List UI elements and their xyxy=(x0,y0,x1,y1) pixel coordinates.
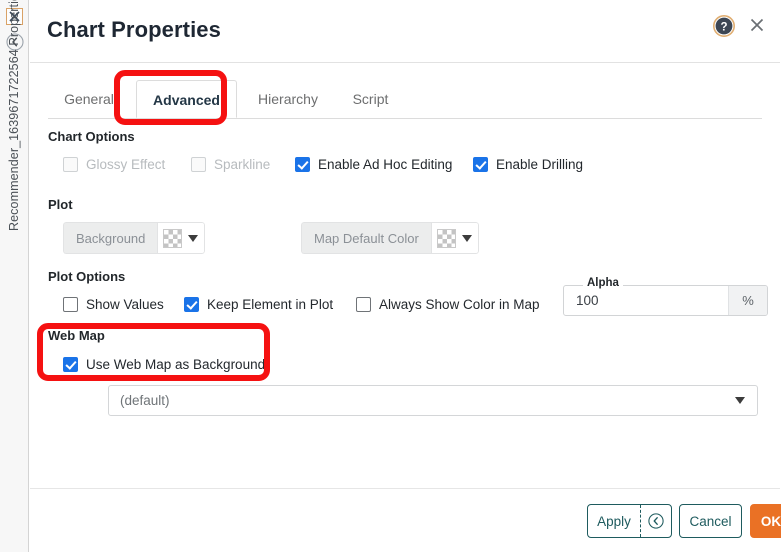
sparkline-label: Sparkline xyxy=(214,157,271,172)
dialog-titlebar: Chart Properties ? xyxy=(29,0,781,62)
enable-drilling-checkbox[interactable] xyxy=(473,157,488,172)
plot-background-label: Background xyxy=(63,222,158,254)
checkbox-row-use-web-map-as-background[interactable]: Use Web Map as Background xyxy=(63,357,265,372)
chevron-left-circle-icon xyxy=(648,513,664,529)
alpha-input[interactable]: 100 xyxy=(564,286,728,315)
plot-background-color-picker[interactable]: Background xyxy=(63,222,206,254)
checkbox-row-keep-element-in-plot[interactable]: Keep Element in Plot xyxy=(184,297,333,312)
keep-element-in-plot-label: Keep Element in Plot xyxy=(207,297,334,312)
checkbox-row-enable-drilling[interactable]: Enable Drilling xyxy=(473,157,583,172)
rail-panel-title: Recommender_1639671722564 Properties xyxy=(7,0,21,231)
help-question-icon[interactable]: ? xyxy=(713,15,735,37)
tab-general[interactable]: General xyxy=(48,80,130,118)
web-map-select-value: (default) xyxy=(120,393,170,408)
sparkline-checkbox[interactable] xyxy=(191,157,206,172)
tab-hierarchy[interactable]: Hierarchy xyxy=(244,80,332,118)
plot-background-swatch-button[interactable] xyxy=(157,222,206,254)
chevron-down-icon xyxy=(188,234,199,242)
alpha-field[interactable]: 100 % xyxy=(563,285,768,316)
show-values-checkbox[interactable] xyxy=(63,297,78,312)
checkbox-row-enable-ad-hoc-editing[interactable]: Enable Ad Hoc Editing xyxy=(295,157,452,172)
checkbox-row-always-show-color-in-map[interactable]: Always Show Color in Map xyxy=(356,297,540,312)
tab-advanced[interactable]: Advanced xyxy=(136,80,237,118)
always-show-color-in-map-checkbox[interactable] xyxy=(356,297,371,312)
tab-script[interactable]: Script xyxy=(338,80,403,118)
web-map-select[interactable]: (default) xyxy=(108,385,758,416)
tabstrip: General Advanced Hierarchy Script xyxy=(48,80,762,119)
apply-button[interactable]: Apply xyxy=(588,505,640,537)
ok-button[interactable]: OK xyxy=(750,504,781,538)
svg-text:?: ? xyxy=(720,21,727,33)
chevron-down-icon xyxy=(461,234,472,242)
enable-ad-hoc-editing-label: Enable Ad Hoc Editing xyxy=(318,157,453,172)
checkbox-row-sparkline[interactable]: Sparkline xyxy=(191,157,270,172)
chevron-down-icon xyxy=(735,397,745,404)
section-title-chart-options: Chart Options xyxy=(48,129,135,144)
section-title-web-map: Web Map xyxy=(48,328,105,343)
map-default-color-picker[interactable]: Map Default Color xyxy=(301,222,479,254)
show-values-label: Show Values xyxy=(86,297,164,312)
always-show-color-in-map-label: Always Show Color in Map xyxy=(379,297,540,312)
checkbox-row-show-values[interactable]: Show Values xyxy=(63,297,164,312)
checkbox-row-glossy-effect[interactable]: Glossy Effect xyxy=(63,157,165,172)
alpha-percent-suffix: % xyxy=(728,286,767,315)
map-default-color-label: Map Default Color xyxy=(301,222,431,254)
close-x-icon xyxy=(750,18,764,32)
page-title: Chart Properties xyxy=(47,17,221,42)
section-title-plot: Plot xyxy=(48,197,73,212)
transparent-checkerboard-swatch-icon xyxy=(163,228,183,248)
dialog-body: General Advanced Hierarchy Script Chart … xyxy=(30,62,780,489)
glossy-effect-label: Glossy Effect xyxy=(86,157,166,172)
keep-element-in-plot-checkbox[interactable] xyxy=(184,297,199,312)
cancel-button[interactable]: Cancel xyxy=(679,504,742,538)
dialog-close-button[interactable] xyxy=(748,16,766,34)
alpha-label: Alpha xyxy=(583,277,623,289)
left-rail: Recommender_1639671722564 Properties xyxy=(0,0,29,552)
chart-properties-dialog: Chart Properties ? General Advanced Hier… xyxy=(29,0,781,552)
use-web-map-as-background-checkbox[interactable] xyxy=(63,357,78,372)
dialog-footer: Apply Cancel OK xyxy=(30,489,781,552)
section-title-plot-options: Plot Options xyxy=(48,269,126,284)
apply-split-button[interactable]: Apply xyxy=(587,504,672,538)
map-default-color-swatch-button[interactable] xyxy=(430,222,479,254)
enable-drilling-label: Enable Drilling xyxy=(496,157,584,172)
use-web-map-as-background-label: Use Web Map as Background xyxy=(86,357,266,372)
apply-dropdown-button[interactable] xyxy=(640,505,671,537)
transparent-checkerboard-swatch-icon xyxy=(436,228,456,248)
enable-ad-hoc-editing-checkbox[interactable] xyxy=(295,157,310,172)
glossy-effect-checkbox[interactable] xyxy=(63,157,78,172)
